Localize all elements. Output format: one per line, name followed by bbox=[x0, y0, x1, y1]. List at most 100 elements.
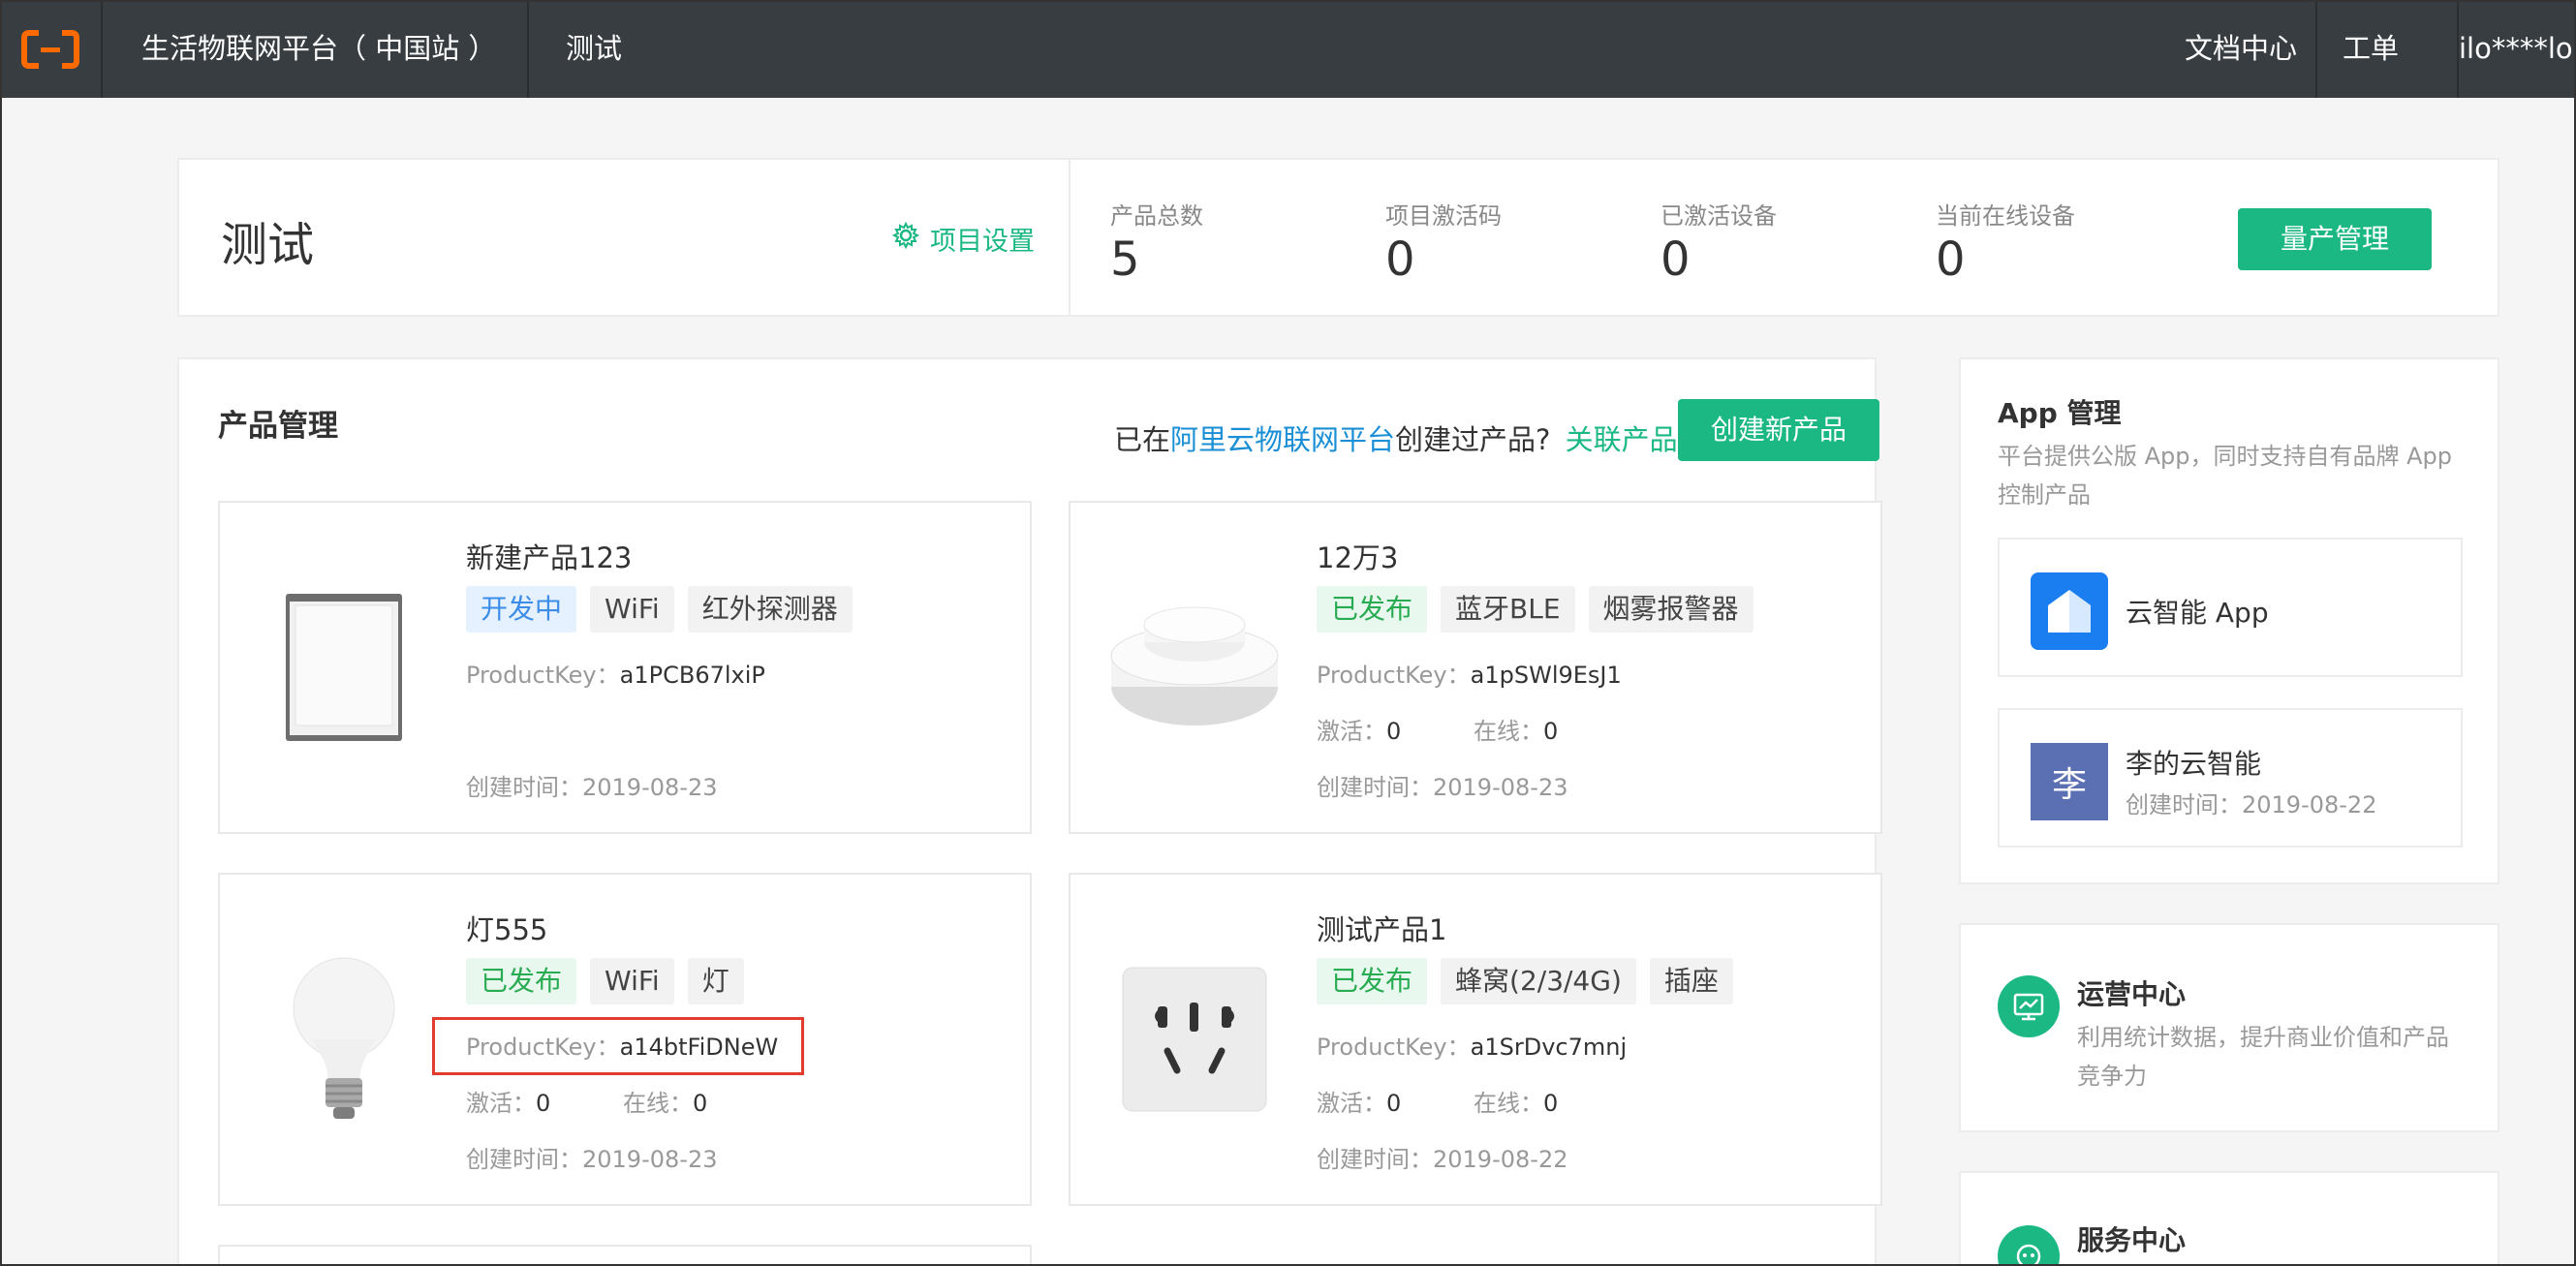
desc-line: 控制产品 bbox=[1998, 481, 2091, 509]
status-badge: 已发布 bbox=[1317, 586, 1428, 633]
app-name: 云智能 App bbox=[2126, 597, 2269, 629]
product-key-value: a1SrDvc7mnj bbox=[1470, 1034, 1628, 1061]
status-badge: 已发布 bbox=[1317, 958, 1428, 1004]
product-card[interactable]: 12万3 已发布 蓝牙BLE 烟雾报警器 ProductKey：a1pSWl9E… bbox=[1069, 501, 1882, 834]
product-management-panel: 产品管理 已在阿里云物联网平台创建过产品? 关联产品 创建新产品 新建产品123… bbox=[177, 357, 1882, 1266]
product-key-value: a1pSWl9EsJ1 bbox=[1470, 662, 1622, 689]
light-bulb-image bbox=[257, 942, 431, 1136]
desc-line: 利用统计数据，提升商业价值和产品 bbox=[2077, 1024, 2449, 1051]
active-value: 0 bbox=[1386, 1090, 1402, 1117]
created-value: 2019-08-23 bbox=[1433, 774, 1568, 801]
activated-count: 激活：0 bbox=[1317, 1084, 1401, 1118]
user-account-menu[interactable]: ilo****lop bbox=[2459, 0, 2576, 98]
desc-line: 竞争力 bbox=[2077, 1063, 2147, 1090]
product-name[interactable]: 灯555 bbox=[466, 908, 547, 948]
service-center-title: 服务中心 bbox=[2077, 1224, 2187, 1256]
stat-online-devices: 当前在线设备 0 bbox=[1936, 197, 2075, 287]
mass-production-button[interactable]: 量产管理 bbox=[2238, 208, 2432, 270]
product-card-partial[interactable] bbox=[218, 1245, 1032, 1266]
created-date: 创建时间：2019-08-23 bbox=[466, 768, 717, 802]
product-key-label: ProductKey： bbox=[1317, 662, 1471, 689]
app-created-date: 创建时间：2019-08-22 bbox=[2126, 791, 2377, 818]
project-settings-label: 项目设置 bbox=[930, 227, 1035, 257]
online-value: 0 bbox=[1543, 718, 1559, 745]
product-key: ProductKey：a14btFiDNeW bbox=[466, 1028, 778, 1062]
project-settings-link[interactable]: 项目设置 bbox=[891, 220, 1035, 258]
active-value: 0 bbox=[1386, 718, 1402, 745]
product-section-title: 产品管理 bbox=[218, 409, 338, 444]
product-name[interactable]: 测试产品1 bbox=[1317, 908, 1446, 948]
power-socket-image bbox=[1107, 942, 1282, 1136]
product-key-label: ProductKey： bbox=[1317, 1034, 1471, 1061]
aliyun-logo-icon[interactable] bbox=[0, 0, 103, 98]
service-center-panel[interactable]: 服务中心 bbox=[1959, 1171, 2499, 1266]
operations-center-panel[interactable]: 运营中心 利用统计数据，提升商业价值和产品 竞争力 bbox=[1959, 923, 2499, 1132]
stat-value: 5 bbox=[1110, 232, 1140, 287]
avatar-text: 李 bbox=[2051, 765, 2087, 805]
created-label: 创建时间： bbox=[1317, 1146, 1433, 1173]
created-date: 创建时间：2019-08-23 bbox=[466, 1140, 717, 1174]
app-card-custom[interactable]: 李 李的云智能 创建时间：2019-08-22 bbox=[1998, 708, 2463, 848]
product-card[interactable]: 新建产品123 开发中 WiFi 红外探测器 ProductKey：a1PCB6… bbox=[218, 501, 1032, 834]
active-label: 激活： bbox=[1317, 718, 1386, 745]
stat-value: 0 bbox=[1660, 232, 1691, 287]
online-label: 在线： bbox=[1474, 1090, 1543, 1117]
create-product-button[interactable]: 创建新产品 bbox=[1678, 399, 1879, 461]
infrared-detector-image bbox=[257, 571, 431, 764]
stat-label: 已激活设备 bbox=[1660, 202, 1777, 230]
created-label: 创建时间： bbox=[1317, 774, 1433, 801]
product-key-label: ProductKey： bbox=[466, 1034, 620, 1061]
created-label: 创建时间： bbox=[466, 1146, 582, 1173]
protocol-tag: 蜂窝(2/3/4G) bbox=[1441, 958, 1636, 1004]
chart-monitor-icon bbox=[1998, 975, 2060, 1037]
app-management-panel: App 管理 平台提供公版 App，同时支持自有品牌 App 控制产品 云智能 … bbox=[1959, 357, 2499, 884]
online-count: 在线：0 bbox=[1474, 712, 1558, 746]
app-name: 李的云智能 bbox=[2126, 748, 2262, 780]
stat-activation-code: 项目激活码 0 bbox=[1385, 197, 1502, 287]
product-card[interactable]: 测试产品1 已发布 蜂窝(2/3/4G) 插座 ProductKey：a1SrD… bbox=[1069, 873, 1882, 1206]
app-card-cloud-smart[interactable]: 云智能 App bbox=[1998, 538, 2463, 677]
top-navigation-bar: 生活物联网平台（ 中国站 ） 测试 文档中心 工单 ilo****lop bbox=[0, 0, 2576, 98]
nav-divider bbox=[2315, 0, 2317, 98]
product-name[interactable]: 新建产品123 bbox=[466, 536, 632, 576]
product-tags: 已发布 WiFi 灯 bbox=[466, 958, 744, 1004]
status-badge: 开发中 bbox=[466, 586, 577, 633]
product-key: ProductKey：a1SrDvc7mnj bbox=[1317, 1028, 1627, 1062]
product-name[interactable]: 12万3 bbox=[1317, 536, 1398, 576]
stat-value: 0 bbox=[1385, 232, 1415, 287]
gear-icon bbox=[891, 221, 920, 257]
protocol-tag: 蓝牙BLE bbox=[1441, 586, 1575, 633]
summary-divider bbox=[1069, 160, 1071, 315]
product-key-value: a1PCB67lxiP bbox=[619, 662, 765, 689]
stat-label: 当前在线设备 bbox=[1936, 202, 2075, 230]
product-card[interactable]: 灯555 已发布 WiFi 灯 ProductKey：a14btFiDNeW 激… bbox=[218, 873, 1032, 1206]
category-tag: 烟雾报警器 bbox=[1588, 586, 1754, 633]
online-value: 0 bbox=[693, 1090, 708, 1117]
active-label: 激活： bbox=[1317, 1090, 1386, 1117]
user-account-name: ilo****lop bbox=[2459, 32, 2576, 65]
docs-center-link[interactable]: 文档中心 bbox=[2185, 0, 2297, 98]
platform-brand-link[interactable]: 生活物联网平台（ 中国站 ） bbox=[105, 0, 529, 98]
current-project-name[interactable]: 测试 bbox=[566, 0, 622, 98]
online-label: 在线： bbox=[1474, 718, 1543, 745]
hint-mid: 创建过产品? bbox=[1395, 423, 1551, 456]
operations-center-title: 运营中心 bbox=[2077, 978, 2187, 1010]
created-date: 创建时间：2019-08-23 bbox=[1317, 768, 1567, 802]
product-tags: 开发中 WiFi 红外探测器 bbox=[466, 586, 853, 633]
app-management-desc: 平台提供公版 App，同时支持自有品牌 App 控制产品 bbox=[1998, 437, 2452, 514]
active-value: 0 bbox=[536, 1090, 551, 1117]
product-key-label: ProductKey： bbox=[466, 662, 620, 689]
stat-label: 产品总数 bbox=[1110, 202, 1203, 230]
stat-activated-devices: 已激活设备 0 bbox=[1660, 197, 1777, 287]
project-summary-panel: 测试 项目设置 产品总数 5 项目激活码 0 已激活设备 0 当前在线设备 0 … bbox=[177, 158, 2499, 317]
aliyun-iot-link[interactable]: 阿里云物联网平台 bbox=[1170, 423, 1395, 456]
tickets-link[interactable]: 工单 bbox=[2343, 0, 2399, 98]
created-value: 2019-08-22 bbox=[1433, 1146, 1568, 1173]
protocol-tag: WiFi bbox=[590, 586, 674, 633]
hint-prefix: 已在 bbox=[1114, 423, 1171, 456]
stat-label: 项目激活码 bbox=[1385, 202, 1502, 230]
custom-app-avatar: 李 bbox=[2031, 743, 2108, 820]
product-tags: 已发布 蜂窝(2/3/4G) 插座 bbox=[1317, 958, 1733, 1004]
link-product-action[interactable]: 关联产品 bbox=[1566, 423, 1678, 456]
protocol-tag: WiFi bbox=[590, 958, 674, 1004]
